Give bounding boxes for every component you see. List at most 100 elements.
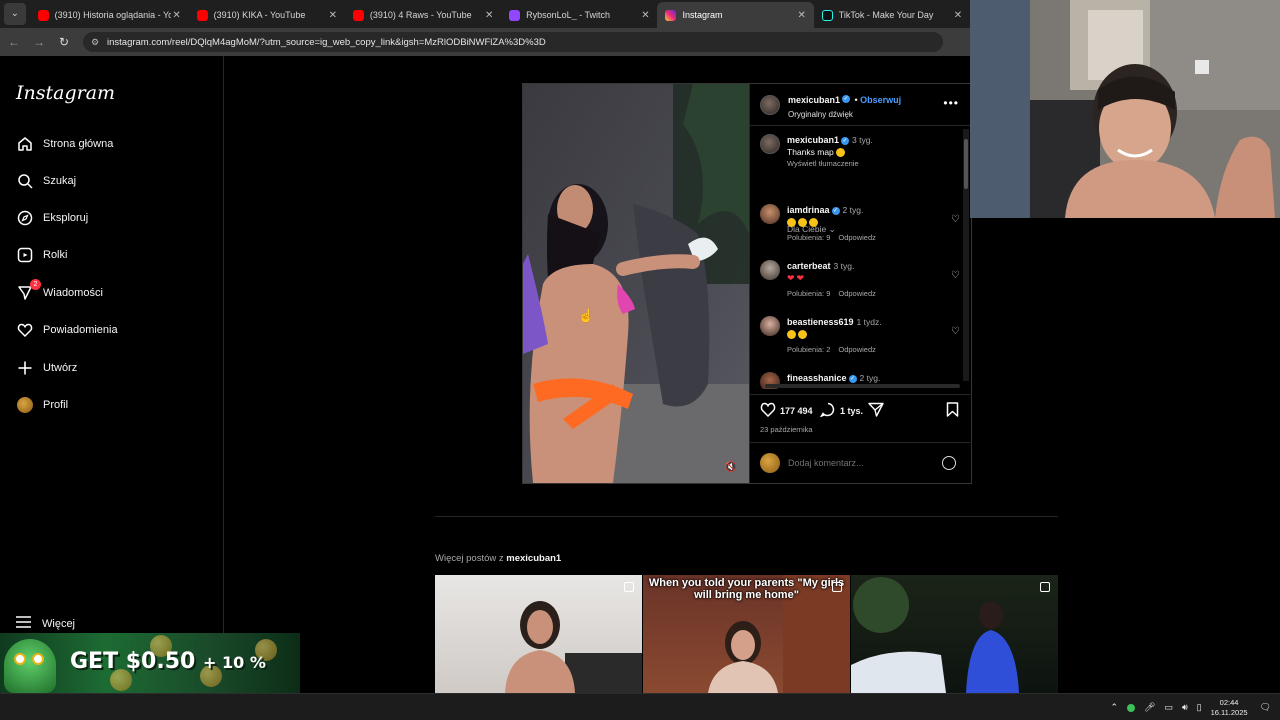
avatar[interactable] [760, 316, 780, 336]
address-bar: ← → ↻ ⚙ instagram.com/reel/DQlqM4agMoM/?… [0, 28, 970, 56]
reply-link[interactable]: Odpowiedz [838, 289, 876, 298]
comment-username[interactable]: carterbeat [787, 261, 831, 271]
comment-username[interactable]: fineasshanice [787, 373, 847, 383]
close-icon[interactable]: ✕ [639, 10, 651, 21]
volume-icon[interactable]: 🔊︎ [1182, 702, 1188, 713]
avatar[interactable] [760, 260, 780, 280]
post-header: mexicuban1 ✓ • Obserwuj Oryginalny dźwięk… [750, 84, 971, 126]
reply-link[interactable]: Odpowiedz [838, 345, 876, 354]
scrollbar-thumb[interactable] [964, 139, 968, 189]
instagram-logo[interactable]: Instagram [16, 82, 115, 104]
reels-icon [624, 582, 634, 592]
close-icon[interactable]: ✕ [327, 10, 339, 21]
comments-scrollbar[interactable] [963, 129, 969, 381]
webcam-feed-illustration [970, 0, 1280, 218]
heart-icon [16, 321, 34, 339]
network-icon[interactable]: ▭ [1164, 702, 1173, 713]
youtube-icon [352, 9, 364, 21]
verified-icon: ✓ [841, 136, 850, 145]
avatar[interactable] [760, 134, 780, 154]
share-button[interactable] [868, 402, 884, 419]
sidebar-item-profile[interactable]: Profil [16, 393, 206, 417]
comment-composer: Dodaj komentarz... [750, 442, 972, 483]
hand-cursor-icon: ☝ [578, 308, 595, 323]
youtube-icon [37, 9, 49, 21]
heart-icon[interactable]: ♡ [951, 214, 960, 225]
sidebar-item-search[interactable]: Szukaj [16, 169, 206, 193]
reload-icon[interactable]: ↻ [53, 35, 75, 49]
tab-twitch[interactable]: RybsonLoL_ - Twitch ✕ [501, 2, 657, 28]
post-thumbnail[interactable] [435, 575, 642, 693]
save-button[interactable] [946, 402, 959, 419]
site-info-icon[interactable]: ⚙ [91, 37, 101, 47]
avatar[interactable] [760, 94, 780, 115]
heart-eyes-emoji-icon [787, 218, 796, 228]
more-options-icon[interactable]: ••• [943, 96, 959, 110]
sidebar-item-label: Szukaj [43, 175, 77, 187]
tab-instagram[interactable]: Instagram ✕ [657, 2, 814, 28]
like-button[interactable]: 177 494 [760, 402, 813, 419]
avatar [760, 453, 780, 473]
comment-input[interactable]: Dodaj komentarz... [788, 458, 942, 468]
more-menu-label: Więcej [42, 617, 76, 630]
forward-icon[interactable]: → [28, 35, 50, 49]
post-thumbnail[interactable]: When you told your parents "My girls wil… [643, 575, 850, 693]
sidebar-item-create[interactable]: Utwórz [16, 356, 206, 380]
original-sound-link[interactable]: Oryginalny dźwięk [788, 110, 901, 119]
follow-button[interactable]: Obserwuj [860, 95, 901, 105]
tab-youtube-history[interactable]: (3910) Historia oglądania - You ✕ [30, 2, 189, 28]
sidebar-item-explore[interactable]: Eksploruj [16, 206, 206, 230]
like-count: 177 494 [780, 405, 813, 416]
sidebar-item-reels[interactable]: Rolki [16, 243, 206, 267]
comment-button[interactable]: 1 tys. [819, 402, 864, 419]
post-thumbnail[interactable] [851, 575, 1058, 693]
reel-video[interactable]: 🔇 [523, 84, 749, 483]
translate-link[interactable]: Wyświetl tłumaczenie [787, 158, 937, 170]
sidebar-item-messages[interactable]: 2 Wiadomości [16, 279, 206, 305]
reels-icon [16, 246, 34, 264]
laugh-emoji-icon [798, 330, 807, 340]
comment-username[interactable]: iamdrinaa [787, 205, 830, 215]
battery-icon[interactable]: ▯ [1197, 702, 1202, 713]
mute-icon[interactable]: 🔇 [725, 462, 737, 473]
comment-count: 1 tys. [840, 405, 864, 416]
horizontal-scrollbar[interactable] [765, 384, 960, 388]
url-field[interactable]: ⚙ instagram.com/reel/DQlqM4agMoM/?utm_so… [83, 32, 943, 52]
reels-icon [832, 582, 842, 592]
emoji-picker-icon[interactable] [942, 456, 956, 470]
heart-eyes-emoji-icon [809, 218, 818, 228]
comment-username[interactable]: mexicuban1 [787, 135, 839, 145]
back-icon[interactable]: ← [3, 35, 25, 49]
tab-search-button[interactable]: ⌄ [4, 3, 26, 25]
comment-username[interactable]: beastieness619 [787, 317, 854, 327]
hamburger-icon [16, 616, 31, 631]
close-icon[interactable]: ✕ [796, 10, 808, 21]
laugh-emoji-icon [787, 330, 796, 340]
heart-icon[interactable]: ♡ [951, 326, 960, 337]
sidebar-item-label: Powiadomienia [43, 324, 118, 336]
thumbnail-image [505, 601, 642, 693]
ad-bonus: + 10 % [203, 653, 266, 672]
heart-icon[interactable]: ♡ [951, 270, 960, 281]
more-posts-user[interactable]: mexicuban1 [506, 553, 561, 564]
comment-text: Thanks map [787, 147, 834, 157]
sidebar-item-home[interactable]: Strona główna [16, 132, 206, 156]
reply-link[interactable]: Odpowiedz [838, 233, 876, 242]
sidebar-item-notifications[interactable]: Powiadomienia [16, 318, 206, 342]
microphone-icon[interactable]: 🎤︎ [1144, 702, 1155, 713]
close-icon[interactable]: ✕ [952, 10, 964, 21]
avatar[interactable] [760, 204, 780, 224]
status-dot-icon[interactable] [1127, 703, 1135, 712]
author-username[interactable]: mexicuban1 [788, 95, 840, 105]
tab-tiktok[interactable]: TikTok - Make Your Day ✕ [814, 2, 970, 28]
tab-youtube-kika[interactable]: (3910) KIKA - YouTube ✕ [189, 2, 345, 28]
close-icon[interactable]: ✕ [483, 10, 495, 21]
notifications-icon[interactable]: 🗨︎ [1260, 702, 1271, 713]
comment-icon [819, 402, 836, 419]
clock[interactable]: 02:44 16.11.2025 [1211, 698, 1248, 718]
more-menu-button[interactable]: Więcej [16, 616, 75, 631]
chevron-up-icon[interactable]: ⌃ [1110, 702, 1118, 713]
tab-youtube-4raws[interactable]: (3910) 4 Raws - YouTube ✕ [345, 2, 501, 28]
close-icon[interactable]: ✕ [171, 10, 183, 21]
plus-icon [16, 359, 34, 377]
